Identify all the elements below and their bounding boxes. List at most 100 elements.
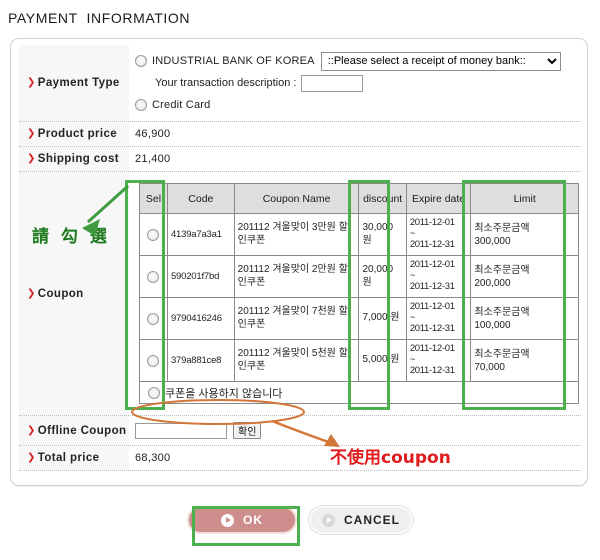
- payment-information-panel: ❯ Payment Type INDUSTRIAL BANK OF KOREA …: [10, 38, 588, 486]
- row-total-price: ❯ Total price 68,300: [19, 446, 581, 471]
- cell-select[interactable]: [139, 255, 168, 298]
- table-row[interactable]: 379a881ce8 201112 겨울맞이 5천원 할인쿠폰 5,000 원 …: [139, 339, 579, 382]
- limit-value: 200,000: [474, 277, 511, 289]
- bullet-arrow-icon: ❯: [27, 153, 36, 164]
- bullet-arrow-icon: ❯: [27, 128, 36, 139]
- cell-select[interactable]: [139, 339, 168, 382]
- radio-bank-transfer-label: INDUSTRIAL BANK OF KOREA: [152, 55, 315, 67]
- expire-separator: ~: [409, 228, 416, 240]
- label-shipping-cost-text: Shipping cost: [37, 153, 120, 165]
- radio-coupon-select[interactable]: [147, 312, 160, 325]
- row-coupon: ❯ Coupon Sel Code Coupon Name discount E…: [19, 172, 581, 416]
- cell-code: 9790416246: [166, 297, 235, 340]
- cell-code: 4139a7a3a1: [166, 213, 235, 256]
- row-offline-coupon: ❯ Offline Coupon 확인: [19, 416, 581, 446]
- transaction-description-input[interactable]: [301, 74, 364, 92]
- cell-select[interactable]: [139, 213, 168, 256]
- cancel-button-label: CANCEL: [344, 513, 400, 527]
- bank-select[interactable]: ::Please select a receipt of money bank:…: [320, 51, 561, 71]
- cancel-button[interactable]: CANCEL: [309, 506, 413, 534]
- expire-to: 2011-12-31: [409, 238, 455, 250]
- th-code: Code: [166, 183, 235, 214]
- row-shipping-cost: ❯ Shipping cost 21,400: [19, 147, 581, 172]
- value-coupon: Sel Code Coupon Name discount Expire dat…: [129, 172, 585, 415]
- play-icon: [221, 513, 234, 527]
- payment-option-bank[interactable]: INDUSTRIAL BANK OF KOREA ::Please select…: [135, 51, 577, 71]
- radio-coupon-select[interactable]: [147, 354, 160, 367]
- cell-expire: 2011-12-01 ~ 2011-12-31: [405, 339, 472, 382]
- label-offline-coupon: ❯ Offline Coupon: [19, 416, 129, 445]
- ok-button-label: OK: [243, 513, 263, 527]
- coupon-table: Sel Code Coupon Name discount Expire dat…: [139, 183, 579, 382]
- expire-from: 2011-12-01: [409, 217, 455, 229]
- no-coupon-label: 쿠폰을 사용하지 않습니다: [165, 387, 283, 400]
- annotation-check-this-text: 請 勾 選: [32, 227, 110, 247]
- expire-separator: ~: [409, 312, 416, 324]
- label-total-price: ❯ Total price: [19, 446, 129, 470]
- th-expire: Expire date: [405, 183, 472, 214]
- cell-limit: 최소주문금액 200,000: [470, 255, 579, 298]
- cell-expire: 2011-12-01 ~ 2011-12-31: [405, 255, 472, 298]
- transaction-description-line: Your transaction description :: [135, 71, 577, 95]
- cell-name: 201112 겨울맞이 7천원 할인쿠폰: [233, 297, 360, 340]
- radio-coupon-select[interactable]: [147, 228, 160, 241]
- cell-discount: 30,000 원: [358, 213, 407, 256]
- cell-expire: 2011-12-01 ~ 2011-12-31: [405, 297, 472, 340]
- value-shipping-cost: 21,400: [129, 147, 581, 171]
- radio-bank-transfer[interactable]: [135, 55, 147, 67]
- cell-select[interactable]: [139, 297, 168, 340]
- ok-button[interactable]: OK: [187, 506, 297, 534]
- play-icon: [322, 513, 335, 527]
- label-payment-type-text: Payment Type: [37, 77, 120, 89]
- page-title: PAYMENT INFORMATION: [8, 10, 191, 26]
- no-coupon-option[interactable]: 쿠폰을 사용하지 않습니다: [139, 382, 579, 404]
- coupon-table-head: Sel Code Coupon Name discount Expire dat…: [139, 183, 579, 214]
- cell-code: 590201f7bd: [166, 255, 235, 298]
- form-rows-container: ❯ Payment Type INDUSTRIAL BANK OF KOREA …: [19, 45, 581, 471]
- cell-name: 201112 겨울맞이 2만원 할인쿠폰: [233, 255, 360, 298]
- expire-to: 2011-12-31: [409, 364, 455, 376]
- cell-expire: 2011-12-01 ~ 2011-12-31: [405, 213, 472, 256]
- bullet-arrow-icon: ❯: [27, 452, 36, 463]
- th-sel: Sel: [139, 183, 168, 214]
- table-row[interactable]: 9790416246 201112 겨울맞이 7천원 할인쿠폰 7,000 원 …: [139, 297, 579, 340]
- coupon-table-header-row: Sel Code Coupon Name discount Expire dat…: [139, 183, 579, 214]
- offline-coupon-line: 확인: [135, 422, 262, 439]
- label-payment-type: ❯ Payment Type: [19, 45, 129, 121]
- limit-value: 70,000: [474, 361, 505, 373]
- radio-coupon-select[interactable]: [147, 270, 160, 283]
- expire-separator: ~: [409, 270, 416, 282]
- label-total-price-text: Total price: [37, 452, 100, 464]
- th-name: Coupon Name: [233, 183, 360, 214]
- cell-limit: 최소주문금액 100,000: [470, 297, 579, 340]
- bullet-arrow-icon: ❯: [27, 77, 36, 88]
- table-row[interactable]: 4139a7a3a1 201112 겨울맞이 3만원 할인쿠폰 30,000 원…: [139, 213, 579, 256]
- cell-discount: 5,000 원: [358, 339, 407, 382]
- label-coupon: ❯ Coupon: [19, 172, 129, 415]
- row-payment-type: ❯ Payment Type INDUSTRIAL BANK OF KOREA …: [19, 45, 581, 122]
- cell-code: 379a881ce8: [166, 339, 235, 382]
- offline-coupon-confirm-button[interactable]: 확인: [233, 422, 262, 439]
- label-offline-coupon-text: Offline Coupon: [37, 424, 127, 437]
- radio-credit-card-label: Credit Card: [152, 99, 211, 111]
- th-discount: discount: [358, 183, 407, 214]
- cell-name: 201112 겨울맞이 5천원 할인쿠폰: [233, 339, 360, 382]
- expire-to: 2011-12-31: [409, 322, 455, 334]
- payment-option-credit-card[interactable]: Credit Card: [135, 95, 577, 115]
- label-product-price: ❯ Product price: [19, 122, 129, 146]
- cell-discount: 20,000 원: [358, 255, 407, 298]
- limit-label: 최소주문금액: [474, 222, 530, 234]
- expire-from: 2011-12-01: [409, 259, 455, 271]
- radio-credit-card[interactable]: [135, 99, 147, 111]
- offline-coupon-input[interactable]: [135, 422, 227, 439]
- radio-no-coupon[interactable]: [148, 386, 160, 399]
- coupon-table-wrapper: Sel Code Coupon Name discount Expire dat…: [135, 178, 581, 409]
- limit-value: 100,000: [474, 319, 511, 331]
- value-payment-type: INDUSTRIAL BANK OF KOREA ::Please select…: [129, 45, 581, 121]
- expire-from: 2011-12-01: [409, 301, 455, 313]
- transaction-description-label: Your transaction description :: [155, 77, 297, 89]
- row-product-price: ❯ Product price 46,900: [19, 122, 581, 147]
- action-button-bar: OK CANCEL: [0, 506, 600, 534]
- table-row[interactable]: 590201f7bd 201112 겨울맞이 2만원 할인쿠폰 20,000 원…: [139, 255, 579, 298]
- annotation-no-coupon-text: 不使用coupon: [330, 448, 451, 468]
